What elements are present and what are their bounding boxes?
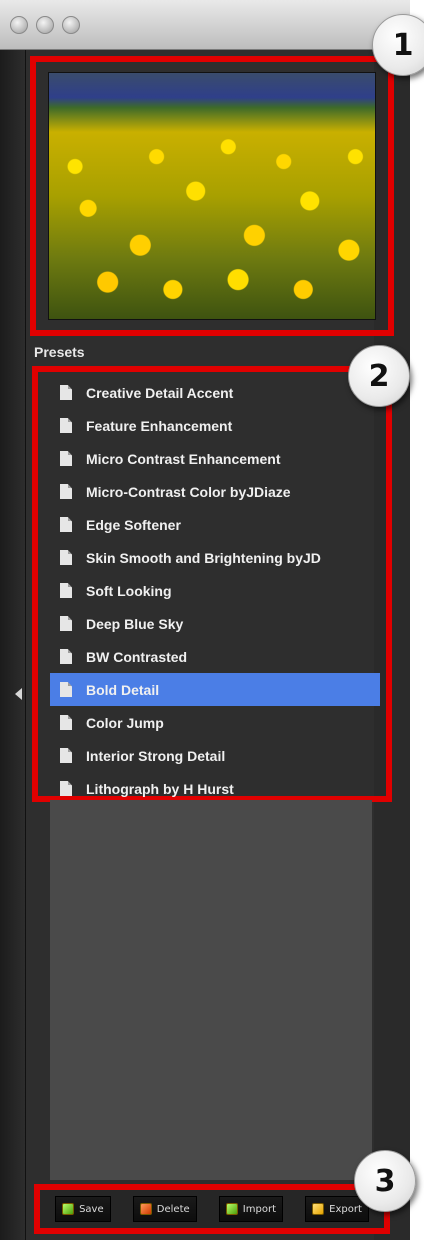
delete-label: Delete xyxy=(156,1203,190,1215)
preset-document-icon xyxy=(60,715,72,730)
preset-list-empty-area xyxy=(50,800,372,1180)
preset-document-icon xyxy=(60,649,72,664)
preset-item[interactable]: Creative Detail Accent xyxy=(50,376,380,409)
collapse-panel-strip[interactable] xyxy=(0,50,26,1240)
preset-label: Micro Contrast Enhancement xyxy=(86,450,281,467)
preset-document-icon xyxy=(60,550,72,565)
preset-label: Bold Detail xyxy=(86,681,160,698)
toolbar-highlight-frame: Save Delete Import Export xyxy=(34,1184,390,1234)
save-button[interactable]: Save xyxy=(55,1196,111,1222)
zoom-window-button[interactable] xyxy=(62,16,80,34)
import-label: Import xyxy=(242,1203,276,1215)
preset-item[interactable]: Interior Strong Detail xyxy=(50,739,380,772)
preset-label: Micro-Contrast Color byJDiaze xyxy=(86,483,291,500)
export-icon xyxy=(312,1203,325,1215)
preset-document-icon xyxy=(60,583,72,598)
delete-button[interactable]: Delete xyxy=(132,1196,197,1222)
preset-label: Color Jump xyxy=(86,714,164,731)
export-button[interactable]: Export xyxy=(305,1196,369,1222)
callout-2: 2 xyxy=(348,345,410,407)
preset-label: Edge Softener xyxy=(86,516,181,533)
preset-document-icon xyxy=(60,385,72,400)
preset-item[interactable]: Feature Enhancement xyxy=(50,409,380,442)
preset-label: Skin Smooth and Brightening byJD xyxy=(86,549,321,566)
callout-3: 3 xyxy=(354,1150,416,1212)
preset-item[interactable]: Micro Contrast Enhancement xyxy=(50,442,380,475)
preset-document-icon xyxy=(60,418,72,433)
presets-window: Presets Creative Detail Accent Feature En… xyxy=(0,0,410,1240)
preset-document-icon xyxy=(60,748,72,763)
preview-image xyxy=(48,72,376,320)
preset-label: Deep Blue Sky xyxy=(86,615,184,632)
preset-document-icon xyxy=(60,451,72,466)
export-label: Export xyxy=(329,1203,362,1215)
presets-heading: Presets xyxy=(34,344,85,360)
preview-highlight-frame xyxy=(30,56,394,336)
preset-item[interactable]: Bold Detail xyxy=(50,673,380,706)
preset-label: Feature Enhancement xyxy=(86,417,233,434)
save-icon xyxy=(62,1203,75,1215)
preset-document-icon xyxy=(60,682,72,697)
preset-label: BW Contrasted xyxy=(86,648,188,665)
preset-item[interactable]: Soft Looking xyxy=(50,574,380,607)
preset-document-icon xyxy=(60,484,72,499)
preset-item[interactable]: Micro-Contrast Color byJDiaze xyxy=(50,475,380,508)
preset-document-icon xyxy=(60,616,72,631)
preset-label: Soft Looking xyxy=(86,582,172,599)
preset-label: Creative Detail Accent xyxy=(86,384,234,401)
collapse-arrow-icon[interactable] xyxy=(15,688,22,700)
preset-item[interactable]: BW Contrasted xyxy=(50,640,380,673)
preset-document-icon xyxy=(60,517,72,532)
preset-list: Creative Detail Accent Feature Enhancemen… xyxy=(50,376,380,805)
close-window-button[interactable] xyxy=(10,16,28,34)
preset-item[interactable]: Deep Blue Sky xyxy=(50,607,380,640)
presets-highlight-frame: Creative Detail Accent Feature Enhancemen… xyxy=(32,366,392,802)
save-label: Save xyxy=(79,1203,104,1215)
preset-item[interactable]: Color Jump xyxy=(50,706,380,739)
minimize-window-button[interactable] xyxy=(36,16,54,34)
preset-label: Interior Strong Detail xyxy=(86,747,226,764)
title-bar xyxy=(0,0,410,50)
preset-label: Lithograph by H Hurst xyxy=(86,780,234,797)
preset-item[interactable]: Edge Softener xyxy=(50,508,380,541)
preset-document-icon xyxy=(60,781,72,796)
delete-icon xyxy=(139,1203,152,1215)
preset-item[interactable]: Skin Smooth and Brightening byJD xyxy=(50,541,380,574)
import-button[interactable]: Import xyxy=(218,1196,283,1222)
import-icon xyxy=(225,1203,238,1215)
